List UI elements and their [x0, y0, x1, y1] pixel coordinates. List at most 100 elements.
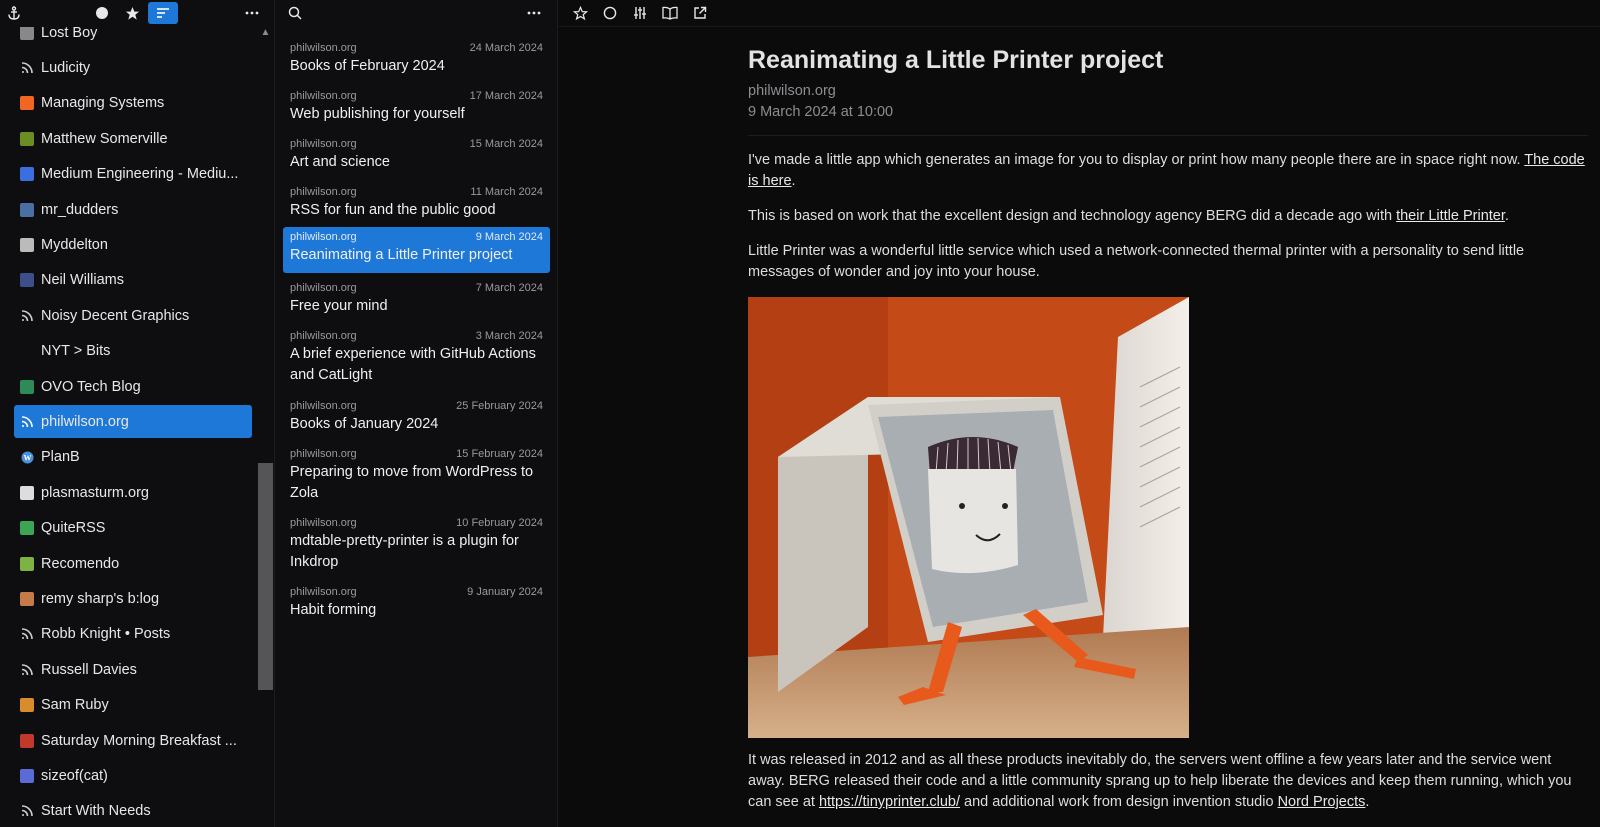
scroll-up-icon[interactable]: ▲ — [259, 27, 272, 41]
sidebar-item-label: Matthew Somerville — [41, 130, 168, 147]
article-source-label: philwilson.org — [290, 138, 357, 150]
article-date-label: 25 February 2024 — [456, 400, 543, 412]
sidebar-item-feed[interactable]: W PlanB — [14, 441, 252, 474]
article-source-label: philwilson.org — [290, 282, 357, 294]
open-external-icon[interactable] — [688, 2, 712, 24]
site-favicon-icon — [20, 485, 34, 500]
sidebar-item-feed[interactable]: Ludicity — [14, 51, 252, 84]
article-source-label: philwilson.org — [290, 186, 357, 198]
more-options-icon[interactable] — [240, 2, 264, 24]
sidebar-item-label: remy sharp's b:log — [41, 590, 160, 607]
anchor-icon[interactable] — [2, 2, 26, 24]
paragraph-text: This is based on work that the excellent… — [748, 208, 1397, 224]
site-favicon-icon — [20, 96, 34, 111]
sidebar-item-label: philwilson.org — [41, 413, 129, 430]
article-date-label: 9 January 2024 — [467, 586, 543, 598]
sidebar-item-feed[interactable]: plasmasturm.org — [14, 476, 252, 509]
tinyprinter-link[interactable]: https://tinyprinter.club/ — [819, 794, 960, 810]
site-favicon-icon — [20, 131, 34, 146]
site-favicon-icon — [20, 556, 34, 571]
sidebar-item-feed[interactable]: Russell Davies — [14, 653, 252, 686]
sidebar-item-feed[interactable]: Lost Boy — [14, 27, 252, 49]
article-meta: philwilson.org 9 March 2024 — [290, 230, 543, 245]
site-favicon-icon — [20, 768, 34, 783]
article-list-item[interactable]: philwilson.org 7 March 2024 Free your mind — [283, 278, 550, 322]
sidebar-item-label: Medium Engineering - Mediu... — [41, 166, 239, 183]
sidebar-item-feed[interactable]: QuiteRSS — [14, 512, 252, 545]
article-list-item[interactable]: philwilson.org 9 January 2024 Habit formin… — [283, 582, 550, 626]
sidebar-scrollbar[interactable]: ▲ — [258, 27, 273, 827]
article-meta: philwilson.org 11 March 2024 — [290, 185, 543, 200]
article-list-item[interactable]: philwilson.org 3 March 2024 A brief experi… — [283, 326, 550, 390]
sidebar-item-feed[interactable]: Matthew Somerville — [14, 122, 252, 155]
article-date-label: 15 February 2024 — [456, 448, 543, 460]
site-favicon-icon — [20, 167, 34, 182]
article-list-item[interactable]: philwilson.org 17 March 2024 Web publishin… — [283, 86, 550, 130]
reader-view-book-icon[interactable] — [658, 2, 682, 24]
sidebar-item-feed[interactable]: Recomendo — [14, 547, 252, 580]
sidebar-item-feed[interactable]: Medium Engineering - Mediu... — [14, 158, 252, 191]
sidebar-item-feed[interactable]: Sam Ruby — [14, 689, 252, 722]
article-title-label: Free your mind — [290, 298, 388, 314]
sidebar-item-feed[interactable]: Noisy Decent Graphics — [14, 299, 252, 332]
sidebar-item-label: plasmasturm.org — [41, 484, 149, 501]
search-icon[interactable] — [283, 2, 307, 24]
site-favicon-icon — [20, 273, 34, 288]
starred-filter-button[interactable] — [120, 2, 144, 24]
article-date: 9 March 2024 at 10:00 — [748, 104, 894, 120]
article-source-label: philwilson.org — [290, 400, 357, 412]
little-printer-photo — [748, 297, 1189, 738]
unread-filter-button[interactable] — [90, 2, 114, 24]
sidebar-item-feed[interactable]: Managing Systems — [14, 87, 252, 120]
sidebar-item-label: Ludicity — [41, 59, 91, 76]
list-more-options-icon[interactable] — [522, 2, 546, 24]
wordpress-icon: W — [20, 450, 34, 464]
star-icon[interactable] — [568, 2, 592, 24]
sidebar-item-label: Myddelton — [41, 236, 108, 253]
sidebar-item-label: QuiteRSS — [41, 520, 106, 537]
reader-settings-sliders-icon[interactable] — [628, 2, 652, 24]
sidebar-item-label: NYT > Bits — [41, 343, 111, 360]
sidebar-item-label: Lost Boy — [41, 27, 98, 41]
little-printer-illustration — [748, 297, 1189, 738]
sidebar-item-feed[interactable]: Neil Williams — [14, 264, 252, 297]
site-favicon-icon — [20, 379, 34, 394]
article-title-label: mdtable-pretty-printer is a plugin for I… — [290, 533, 519, 570]
mark-unread-circle-icon[interactable] — [598, 2, 622, 24]
article-list-item[interactable]: philwilson.org 24 March 2024 Books of Febr… — [283, 38, 550, 82]
article-paragraph: I've made a little app which generates a… — [748, 150, 1588, 192]
article-title-label: Reanimating a Little Printer project — [290, 247, 513, 263]
sidebar-item-feed[interactable]: Saturday Morning Breakfast ... — [14, 724, 252, 757]
paragraph-text: . — [1504, 208, 1509, 224]
sidebar-item-feed[interactable]: remy sharp's b:log — [14, 582, 252, 615]
rss-icon — [20, 415, 34, 429]
little-printer-link[interactable]: their Little Printer — [1396, 208, 1505, 224]
reader-toolbar — [558, 0, 1600, 27]
sidebar-item-feed[interactable]: philwilson.org — [14, 405, 252, 439]
divider — [748, 135, 1588, 136]
article-list-item[interactable]: philwilson.org 11 March 2024 RSS for fun a… — [283, 182, 550, 226]
sidebar-item-feed[interactable]: Myddelton — [14, 228, 252, 261]
sidebar-item-feed[interactable]: mr_dudders — [14, 193, 252, 226]
sidebar-item-feed[interactable]: OVO Tech Blog — [14, 370, 252, 403]
site-favicon-icon — [20, 521, 34, 536]
sidebar-item-feed[interactable]: NYT > Bits — [14, 335, 252, 368]
article-title-label: Books of January 2024 — [290, 416, 439, 432]
sidebar-item-label: Start With Needs — [41, 803, 151, 820]
sidebar-item-label: Robb Knight • Posts — [41, 626, 171, 643]
article-source: philwilson.org — [748, 83, 836, 99]
sidebar-item-feed[interactable]: sizeof(cat) — [14, 759, 252, 792]
sidebar-item-feed[interactable]: Start With Needs — [14, 795, 252, 827]
article-meta: philwilson.org 10 February 2024 — [290, 516, 543, 531]
article-list-item[interactable]: philwilson.org 15 March 2024 Art and scien… — [283, 134, 550, 178]
sidebar-item-feed[interactable]: Robb Knight • Posts — [14, 618, 252, 651]
article-list-item[interactable]: philwilson.org 15 February 2024 Preparing … — [283, 444, 550, 508]
article-meta: philwilson.org 24 March 2024 — [290, 41, 543, 56]
article-list-item[interactable]: philwilson.org 9 March 2024 Reanimating a … — [283, 227, 550, 273]
sidebar-item-label: Managing Systems — [41, 95, 165, 112]
article-list-item[interactable]: philwilson.org 25 February 2024 Books of J… — [283, 396, 550, 440]
sidebar-scrollbar-thumb[interactable] — [258, 463, 273, 690]
article-list-item[interactable]: philwilson.org 10 February 2024 mdtable-pr… — [283, 513, 550, 577]
nord-projects-link[interactable]: Nord Projects — [1278, 794, 1366, 810]
all-articles-filter-button[interactable] — [148, 2, 178, 24]
